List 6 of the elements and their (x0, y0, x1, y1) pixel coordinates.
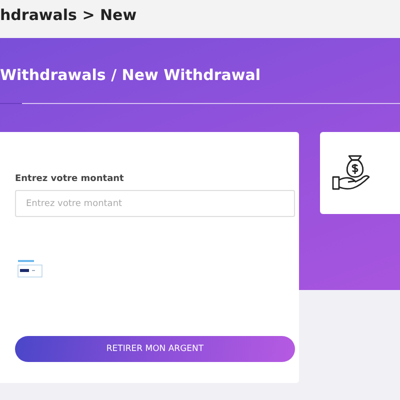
withdraw-button[interactable]: RETIRER MON ARGENT (15, 336, 295, 362)
amount-field[interactable]: Entrez votre montant (15, 190, 295, 217)
page-title: Withdrawals / New Withdrawal (0, 65, 262, 86)
breadcrumb: hdrawals > New (0, 6, 137, 26)
field-label: Entrez votre montant (15, 174, 124, 184)
payment-logo-icon (17, 260, 43, 278)
